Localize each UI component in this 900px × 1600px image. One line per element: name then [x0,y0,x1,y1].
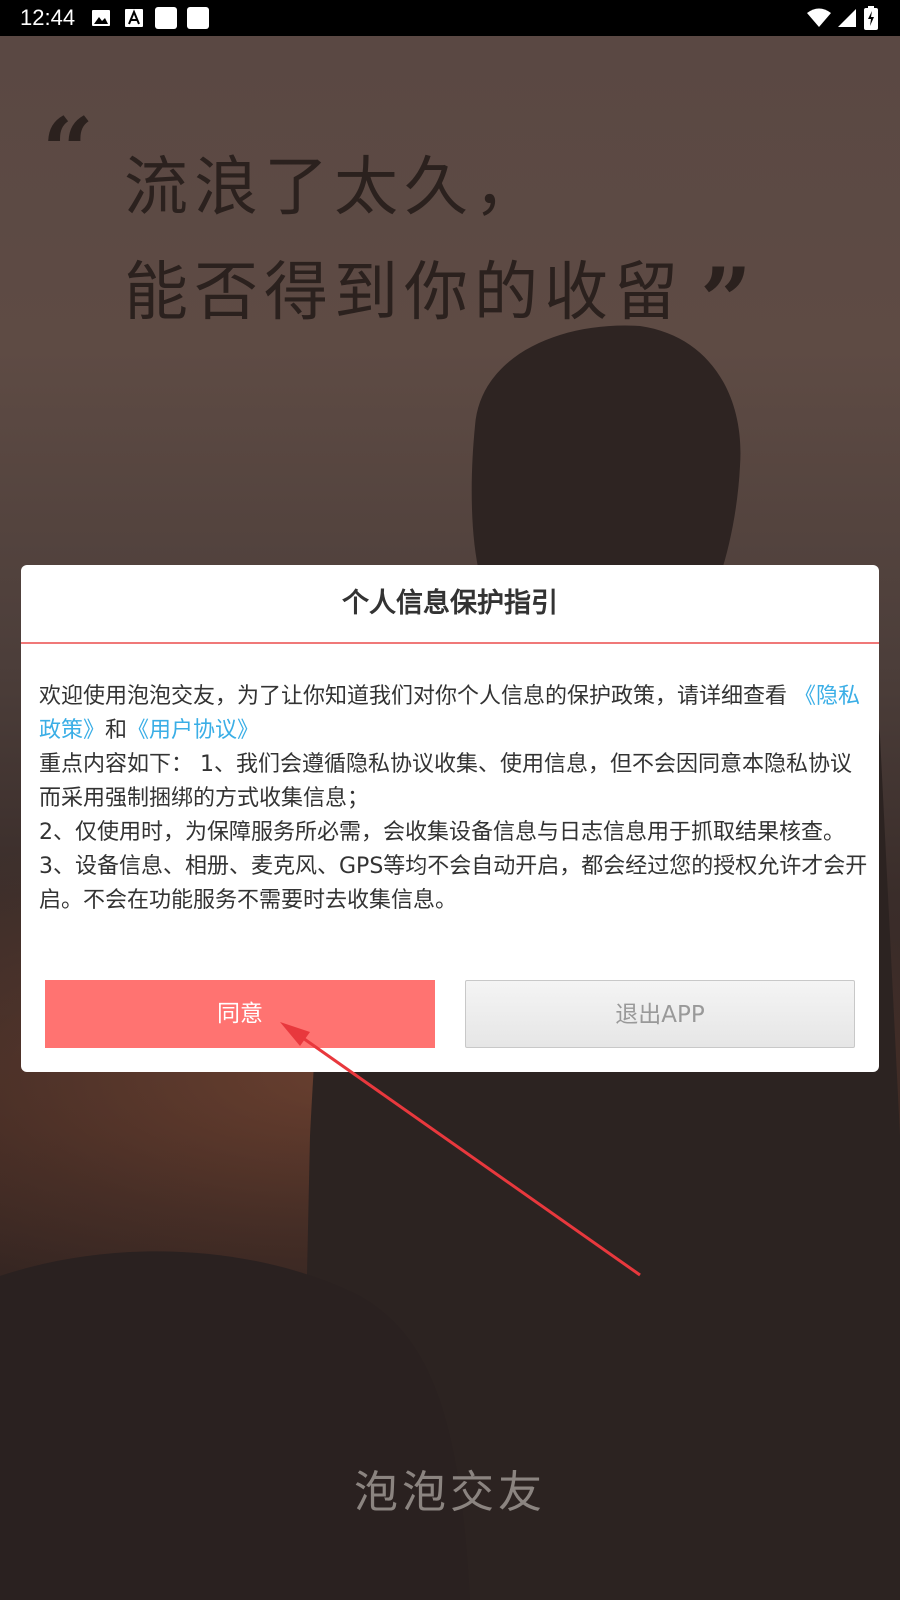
and-text: 和 [105,718,128,743]
brand-name: 泡泡交友 [354,1467,546,1518]
quote-close-mark: ” [700,248,752,354]
signal-icon [838,9,856,27]
dialog-title: 个人信息保护指引 [342,588,558,619]
square-icon [187,7,209,29]
square-icon [155,7,177,29]
point-2-text: 2、仅使用时，为保障服务所必需，会收集设备信息与日志信息用于抓取结果核查。 [39,820,845,845]
agree-button[interactable]: 同意 [45,980,435,1048]
privacy-dialog: 个人信息保护指引 欢迎使用泡泡交友，为了让你知道我们对你个人信息的保护政策，请详… [21,565,879,1072]
exit-app-button[interactable]: 退出APP [465,980,855,1048]
point-3-text: 3、设备信息、相册、麦克风、GPS等均不会自动开启，都会经过您的授权允许才会开启… [39,854,868,913]
battery-charging-icon [864,6,878,30]
quote-line-1: 流浪了太久， [124,151,544,225]
image-icon [92,10,110,26]
user-agreement-link[interactable]: 《用户协议》 [127,718,259,743]
status-time: 12:44 [20,5,76,30]
wifi-icon [807,8,831,27]
intro-text: 欢迎使用泡泡交友，为了让你知道我们对你个人信息的保护政策，请详细查看 [39,684,788,709]
dialog-divider [21,642,879,644]
quote-line-2: 能否得到你的收留 [124,256,684,330]
quote-open-mark: “ [42,98,94,204]
dialog-body: 欢迎使用泡泡交友，为了让你知道我们对你个人信息的保护政策，请详细查看 《隐私政策… [39,680,869,918]
point-1-text: 重点内容如下： 1、我们会遵循隐私协议收集、使用信息，但不会因同意本隐私协议而采… [39,752,852,811]
a-icon [125,9,143,27]
status-bar: 12:44 [0,0,900,36]
